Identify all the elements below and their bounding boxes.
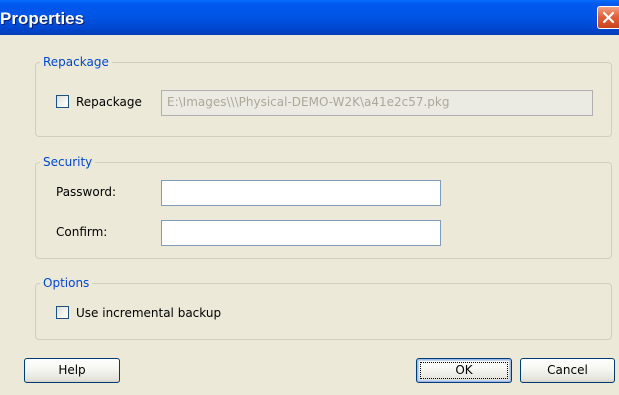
ok-button[interactable]: OK xyxy=(416,358,512,383)
password-label: Password: xyxy=(56,185,117,199)
properties-dialog: Properties Repackage Repackage E:\Images… xyxy=(0,0,619,395)
title-bar[interactable]: Properties xyxy=(0,0,619,35)
help-button-label: Help xyxy=(58,363,86,377)
incremental-backup-label[interactable]: Use incremental backup xyxy=(76,306,221,320)
help-button[interactable]: Help xyxy=(24,358,120,383)
repackage-checkbox[interactable] xyxy=(56,95,69,108)
password-field[interactable] xyxy=(161,180,441,206)
confirm-label: Confirm: xyxy=(56,225,108,239)
options-group-title: Options xyxy=(40,276,93,290)
ok-focus-indicator xyxy=(420,362,508,379)
window-title: Properties xyxy=(0,9,85,28)
incremental-backup-checkbox[interactable] xyxy=(56,306,69,319)
security-group-title: Security xyxy=(40,155,96,169)
repackage-group-title: Repackage xyxy=(40,55,112,69)
confirm-field[interactable] xyxy=(161,220,441,246)
cancel-button[interactable]: Cancel xyxy=(520,358,615,383)
close-button[interactable] xyxy=(597,6,619,29)
cancel-button-label: Cancel xyxy=(547,363,588,377)
repackage-checkbox-label[interactable]: Repackage xyxy=(76,95,142,109)
repackage-path-field[interactable]: E:\Images\\\Physical-DEMO-W2K\a41e2c57.p… xyxy=(161,90,593,116)
